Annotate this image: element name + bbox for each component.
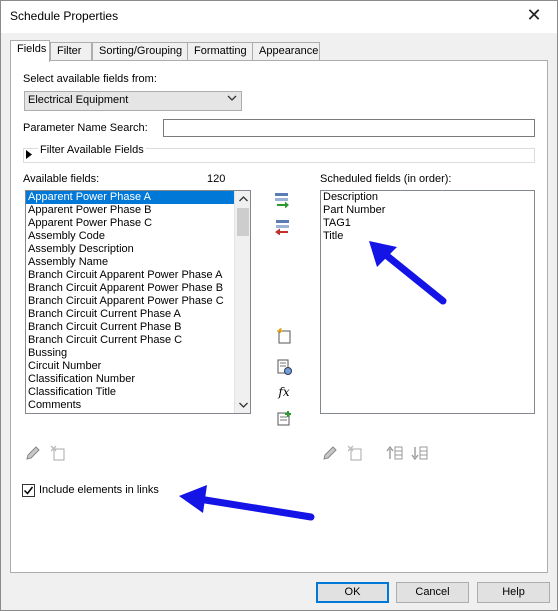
available-field-item[interactable]: Assembly Code [26,230,250,243]
new-parameter-icon[interactable] [275,327,293,345]
param-search-label: Parameter Name Search: [23,122,148,134]
available-field-item[interactable]: Apparent Power Phase B [26,204,250,217]
scroll-up-icon[interactable] [235,191,250,207]
scrollbar-thumb[interactable] [237,208,249,236]
help-button[interactable]: Help [477,582,550,603]
available-field-item[interactable]: Branch Circuit Apparent Power Phase B [26,282,250,295]
available-field-item[interactable]: Branch Circuit Current Phase A [26,308,250,321]
combine-parameters-icon[interactable] [275,358,293,376]
fx-calculated-value-icon[interactable]: fx [275,383,293,401]
available-field-item[interactable]: Circuit Number [26,360,250,373]
cancel-button[interactable]: Cancel [396,582,469,603]
available-fields-label: Available fields: [23,173,100,185]
available-field-item[interactable]: Classification Title [26,386,250,399]
scheduled-field-item[interactable]: Title [321,230,534,243]
move-down-icon[interactable] [411,444,429,462]
edit-parameter-icon[interactable] [24,444,42,462]
scheduled-field-item[interactable]: Description [321,191,534,204]
add-parameter-icon[interactable] [273,191,291,209]
chevron-down-icon [227,93,237,106]
ok-button[interactable]: OK [316,582,389,603]
available-field-item[interactable]: Branch Circuit Apparent Power Phase A [26,269,250,282]
available-fields-list[interactable]: Apparent Power Phase A Apparent Power Pha… [25,190,251,414]
available-field-item[interactable]: Assembly Name [26,256,250,269]
fields-panel: Select available fields from: Electrical… [10,60,548,573]
delete-parameter-icon[interactable] [49,444,67,462]
tab-formatting[interactable]: Formatting [187,42,253,61]
filter-available-fields-expander[interactable]: Filter Available Fields [23,144,535,163]
remove-parameter-icon[interactable] [273,218,291,236]
include-links-label: Include elements in links [39,484,159,496]
scheduled-fields-label: Scheduled fields (in order): [320,173,452,185]
available-field-item[interactable]: Bussing [26,347,250,360]
available-field-item[interactable]: Apparent Power Phase C [26,217,250,230]
tab-sorting-grouping[interactable]: Sorting/Grouping [92,42,188,61]
scheduled-field-item[interactable]: TAG1 [321,217,534,230]
move-up-icon[interactable] [386,444,404,462]
category-dropdown-value: Electrical Equipment [28,94,129,106]
available-field-item[interactable]: Branch Circuit Current Phase B [26,321,250,334]
title-bar: Schedule Properties ✕ [1,1,557,33]
tab-appearance[interactable]: Appearance [252,42,320,61]
expand-triangle-icon[interactable] [25,150,33,161]
available-field-item[interactable]: Assembly Description [26,243,250,256]
scheduled-field-item[interactable]: Part Number [321,204,534,217]
available-field-item[interactable]: Comments [26,399,250,412]
available-field-item[interactable]: Branch Circuit Apparent Power Phase C [26,295,250,308]
select-fields-from-label: Select available fields from: [23,73,157,85]
category-dropdown[interactable]: Electrical Equipment [24,91,242,111]
param-search-input[interactable] [163,119,535,137]
scroll-down-icon[interactable] [235,397,250,413]
available-fields-scrollbar[interactable] [234,191,250,413]
close-icon[interactable]: ✕ [523,5,545,27]
window-title: Schedule Properties [10,9,119,23]
include-links-checkbox[interactable] [22,484,35,497]
filter-available-fields-label: Filter Available Fields [38,144,146,156]
scheduled-fields-list[interactable]: Description Part Number TAG1 Title [320,190,535,414]
available-fields-count: 120 [207,173,226,185]
delete-scheduled-parameter-icon[interactable] [346,444,364,462]
edit-scheduled-parameter-icon[interactable] [321,444,339,462]
tab-filter[interactable]: Filter [50,42,92,61]
schedule-properties-dialog: Schedule Properties ✕ Fields Filter Sort… [0,0,558,611]
tab-fields[interactable]: Fields [10,40,50,62]
available-field-item[interactable]: Apparent Power Phase A [26,191,250,204]
available-field-item[interactable]: Branch Circuit Current Phase C [26,334,250,347]
available-field-item[interactable]: Classification Number [26,373,250,386]
add-spare-parameter-icon[interactable] [275,409,293,427]
